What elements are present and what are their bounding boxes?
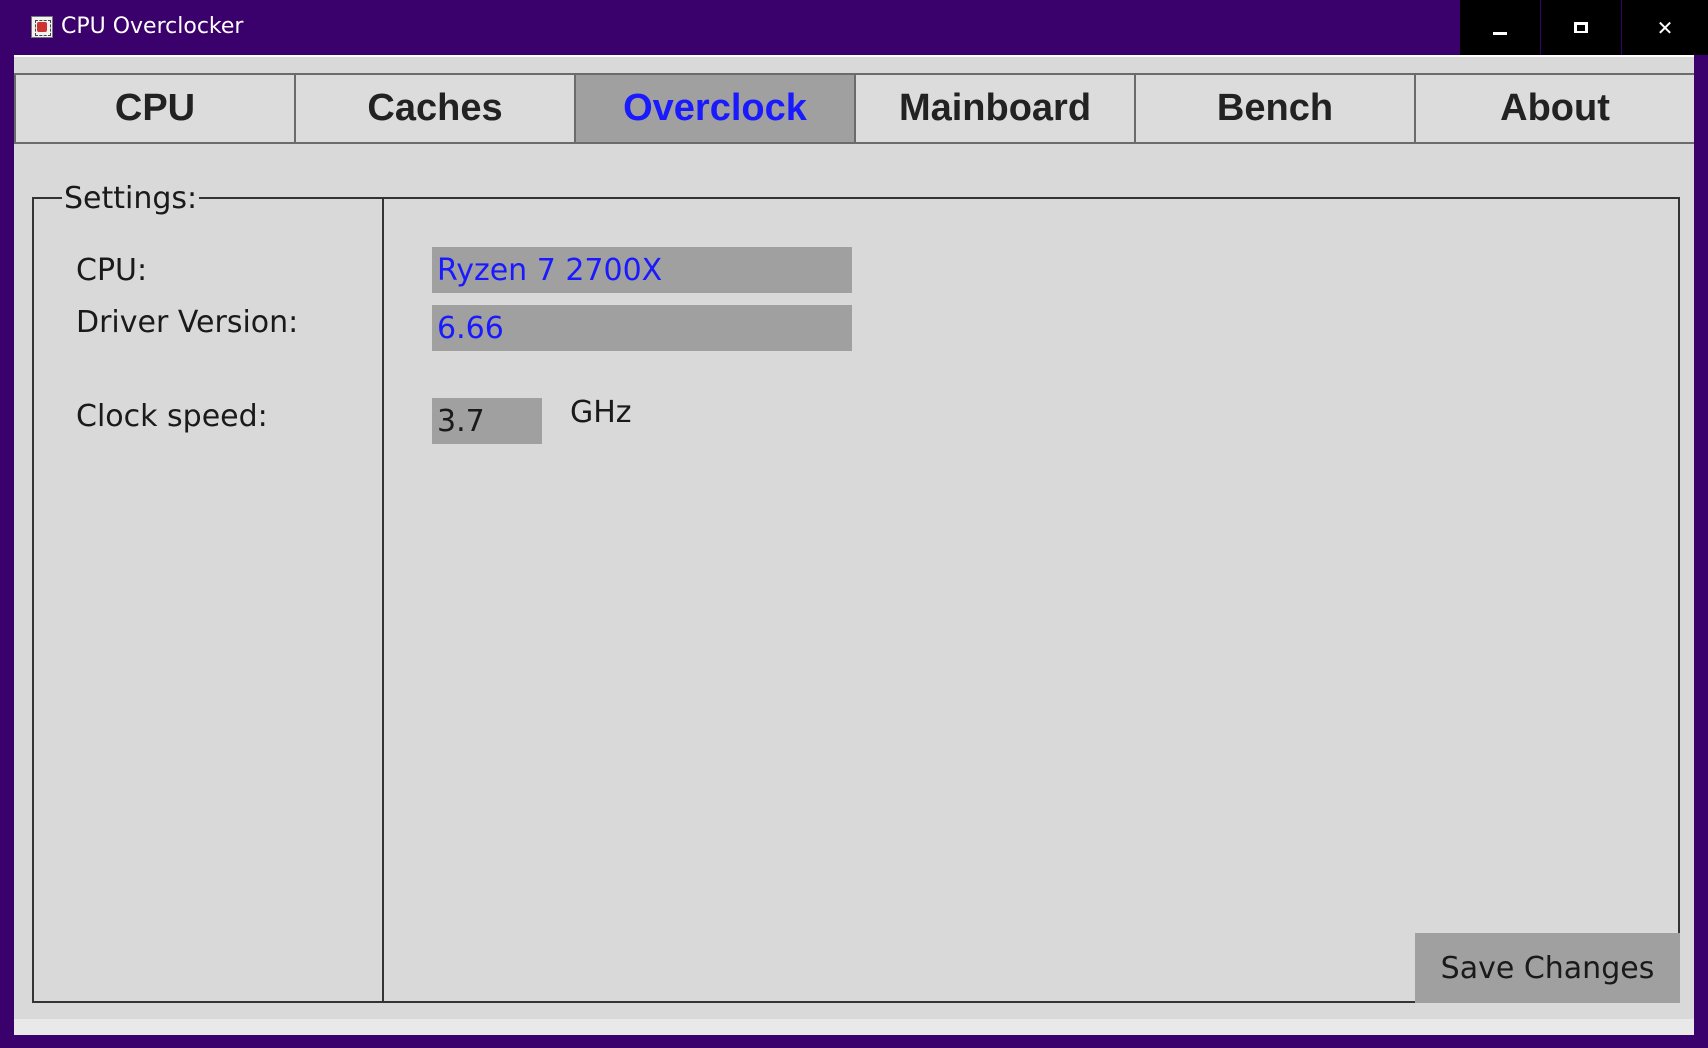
cpu-value-field: Ryzen 7 2700X <box>432 247 852 293</box>
clock-speed-input[interactable]: 3.7 <box>432 398 542 444</box>
maximize-button[interactable] <box>1540 0 1621 55</box>
group-divider <box>382 199 384 1001</box>
client-area: CPU Caches Overclock Mainboard Bench Abo… <box>14 55 1694 1035</box>
minimize-button[interactable] <box>1459 0 1540 55</box>
status-strip <box>14 1019 1694 1035</box>
driver-version-field: 6.66 <box>432 305 852 351</box>
settings-group: Settings: CPU: Ryzen 7 2700X Driver Vers… <box>32 181 1680 1003</box>
tab-about[interactable]: About <box>1416 75 1694 142</box>
tab-bench[interactable]: Bench <box>1136 75 1416 142</box>
tab-cpu[interactable]: CPU <box>14 75 296 142</box>
driver-version-label: Driver Version: <box>76 305 299 340</box>
settings-legend: Settings: <box>62 181 200 216</box>
clock-unit-label: GHz <box>570 395 632 430</box>
save-changes-button[interactable]: Save Changes <box>1415 933 1680 1003</box>
title-bar[interactable]: CPU Overclocker ✕ <box>0 0 1708 55</box>
tab-mainboard[interactable]: Mainboard <box>856 75 1136 142</box>
app-window: CPU Overclocker ✕ CPU Caches Overclock M… <box>0 0 1708 1048</box>
window-title: CPU Overclocker <box>61 14 244 39</box>
tab-overclock[interactable]: Overclock <box>576 75 856 142</box>
maximize-icon <box>1574 22 1588 33</box>
clock-speed-label: Clock speed: <box>76 399 268 434</box>
minimize-icon <box>1493 32 1507 35</box>
app-icon[interactable] <box>31 16 53 38</box>
cpu-label: CPU: <box>76 253 148 288</box>
window-controls: ✕ <box>1459 0 1708 55</box>
tab-bar: CPU Caches Overclock Mainboard Bench Abo… <box>14 73 1694 144</box>
tab-caches[interactable]: Caches <box>296 75 576 142</box>
close-button[interactable]: ✕ <box>1621 0 1708 55</box>
close-icon: ✕ <box>1656 15 1674 40</box>
